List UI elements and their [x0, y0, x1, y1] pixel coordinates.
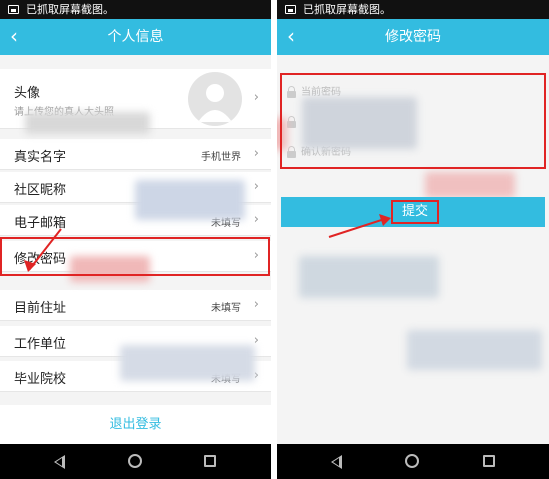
chevron-right-icon: › — [253, 179, 259, 194]
row-label: 真实名字 — [14, 150, 67, 165]
nav-home-icon[interactable] — [405, 454, 419, 468]
chevron-right-icon: › — [253, 146, 259, 161]
row-label: 工作单位 — [14, 337, 67, 352]
row-real-name[interactable]: 真实名字 手机世界 › — [0, 139, 271, 170]
status-bar: 已抓取屏幕截图。 — [0, 0, 271, 19]
redaction-blur — [25, 112, 150, 134]
annotation-arrowhead — [379, 214, 391, 226]
row-address[interactable]: 目前住址 未填写 › — [0, 290, 271, 321]
submit-button[interactable]: 提交 — [391, 200, 439, 224]
row-value: 未填写 — [211, 303, 241, 314]
android-nav-bar — [0, 444, 271, 479]
row-label: 电子邮箱 — [14, 216, 67, 231]
submit-bar[interactable]: 提交 — [281, 197, 545, 227]
nav-recent-icon[interactable] — [204, 455, 216, 467]
page-title: 个人信息 — [107, 29, 164, 45]
redaction-blur — [299, 256, 439, 298]
chevron-right-icon: › — [253, 212, 259, 227]
back-button[interactable]: ‹ — [10, 19, 30, 55]
row-label: 目前住址 — [14, 301, 67, 316]
nav-back-icon[interactable] — [54, 455, 65, 469]
back-button[interactable]: ‹ — [287, 19, 307, 55]
redaction-blur — [425, 172, 515, 198]
status-text: 已抓取屏幕截图。 — [26, 3, 114, 16]
title-bar: ‹ 修改密码 — [277, 19, 549, 55]
annotation-arrowhead — [24, 260, 36, 272]
status-text: 已抓取屏幕截图。 — [303, 3, 391, 16]
redaction-blur — [135, 180, 245, 220]
android-nav-bar — [277, 444, 549, 479]
avatar-placeholder-icon — [198, 84, 232, 122]
page-title: 修改密码 — [385, 29, 441, 45]
nav-recent-icon[interactable] — [483, 455, 495, 467]
row-label: 毕业院校 — [14, 372, 67, 387]
title-bar: ‹ 个人信息 — [0, 19, 271, 55]
status-bar: 已抓取屏幕截图。 — [277, 0, 549, 19]
screenshot-icon — [8, 5, 19, 14]
redaction-blur — [407, 330, 542, 370]
nav-back-icon[interactable] — [331, 455, 342, 469]
screenshot-icon — [285, 5, 296, 14]
avatar[interactable] — [188, 72, 242, 126]
redaction-blur — [120, 345, 255, 381]
row-value: 手机世界 — [201, 152, 241, 163]
row-label: 社区昵称 — [14, 183, 67, 198]
chevron-right-icon: › — [253, 90, 259, 105]
avatar-label: 头像 — [14, 86, 41, 101]
chevron-right-icon: › — [253, 297, 259, 312]
right-phone-screen: 已抓取屏幕截图。 ‹ 修改密码 当前密码 确认新密码 提交 — [277, 0, 549, 479]
logout-button[interactable]: 退出登录 — [0, 405, 271, 444]
nav-home-icon[interactable] — [128, 454, 142, 468]
left-phone-screen: 已抓取屏幕截图。 ‹ 个人信息 头像 请上传您的真人大头照 › 真实名字 手机世… — [0, 0, 271, 479]
highlight-box — [280, 73, 546, 169]
